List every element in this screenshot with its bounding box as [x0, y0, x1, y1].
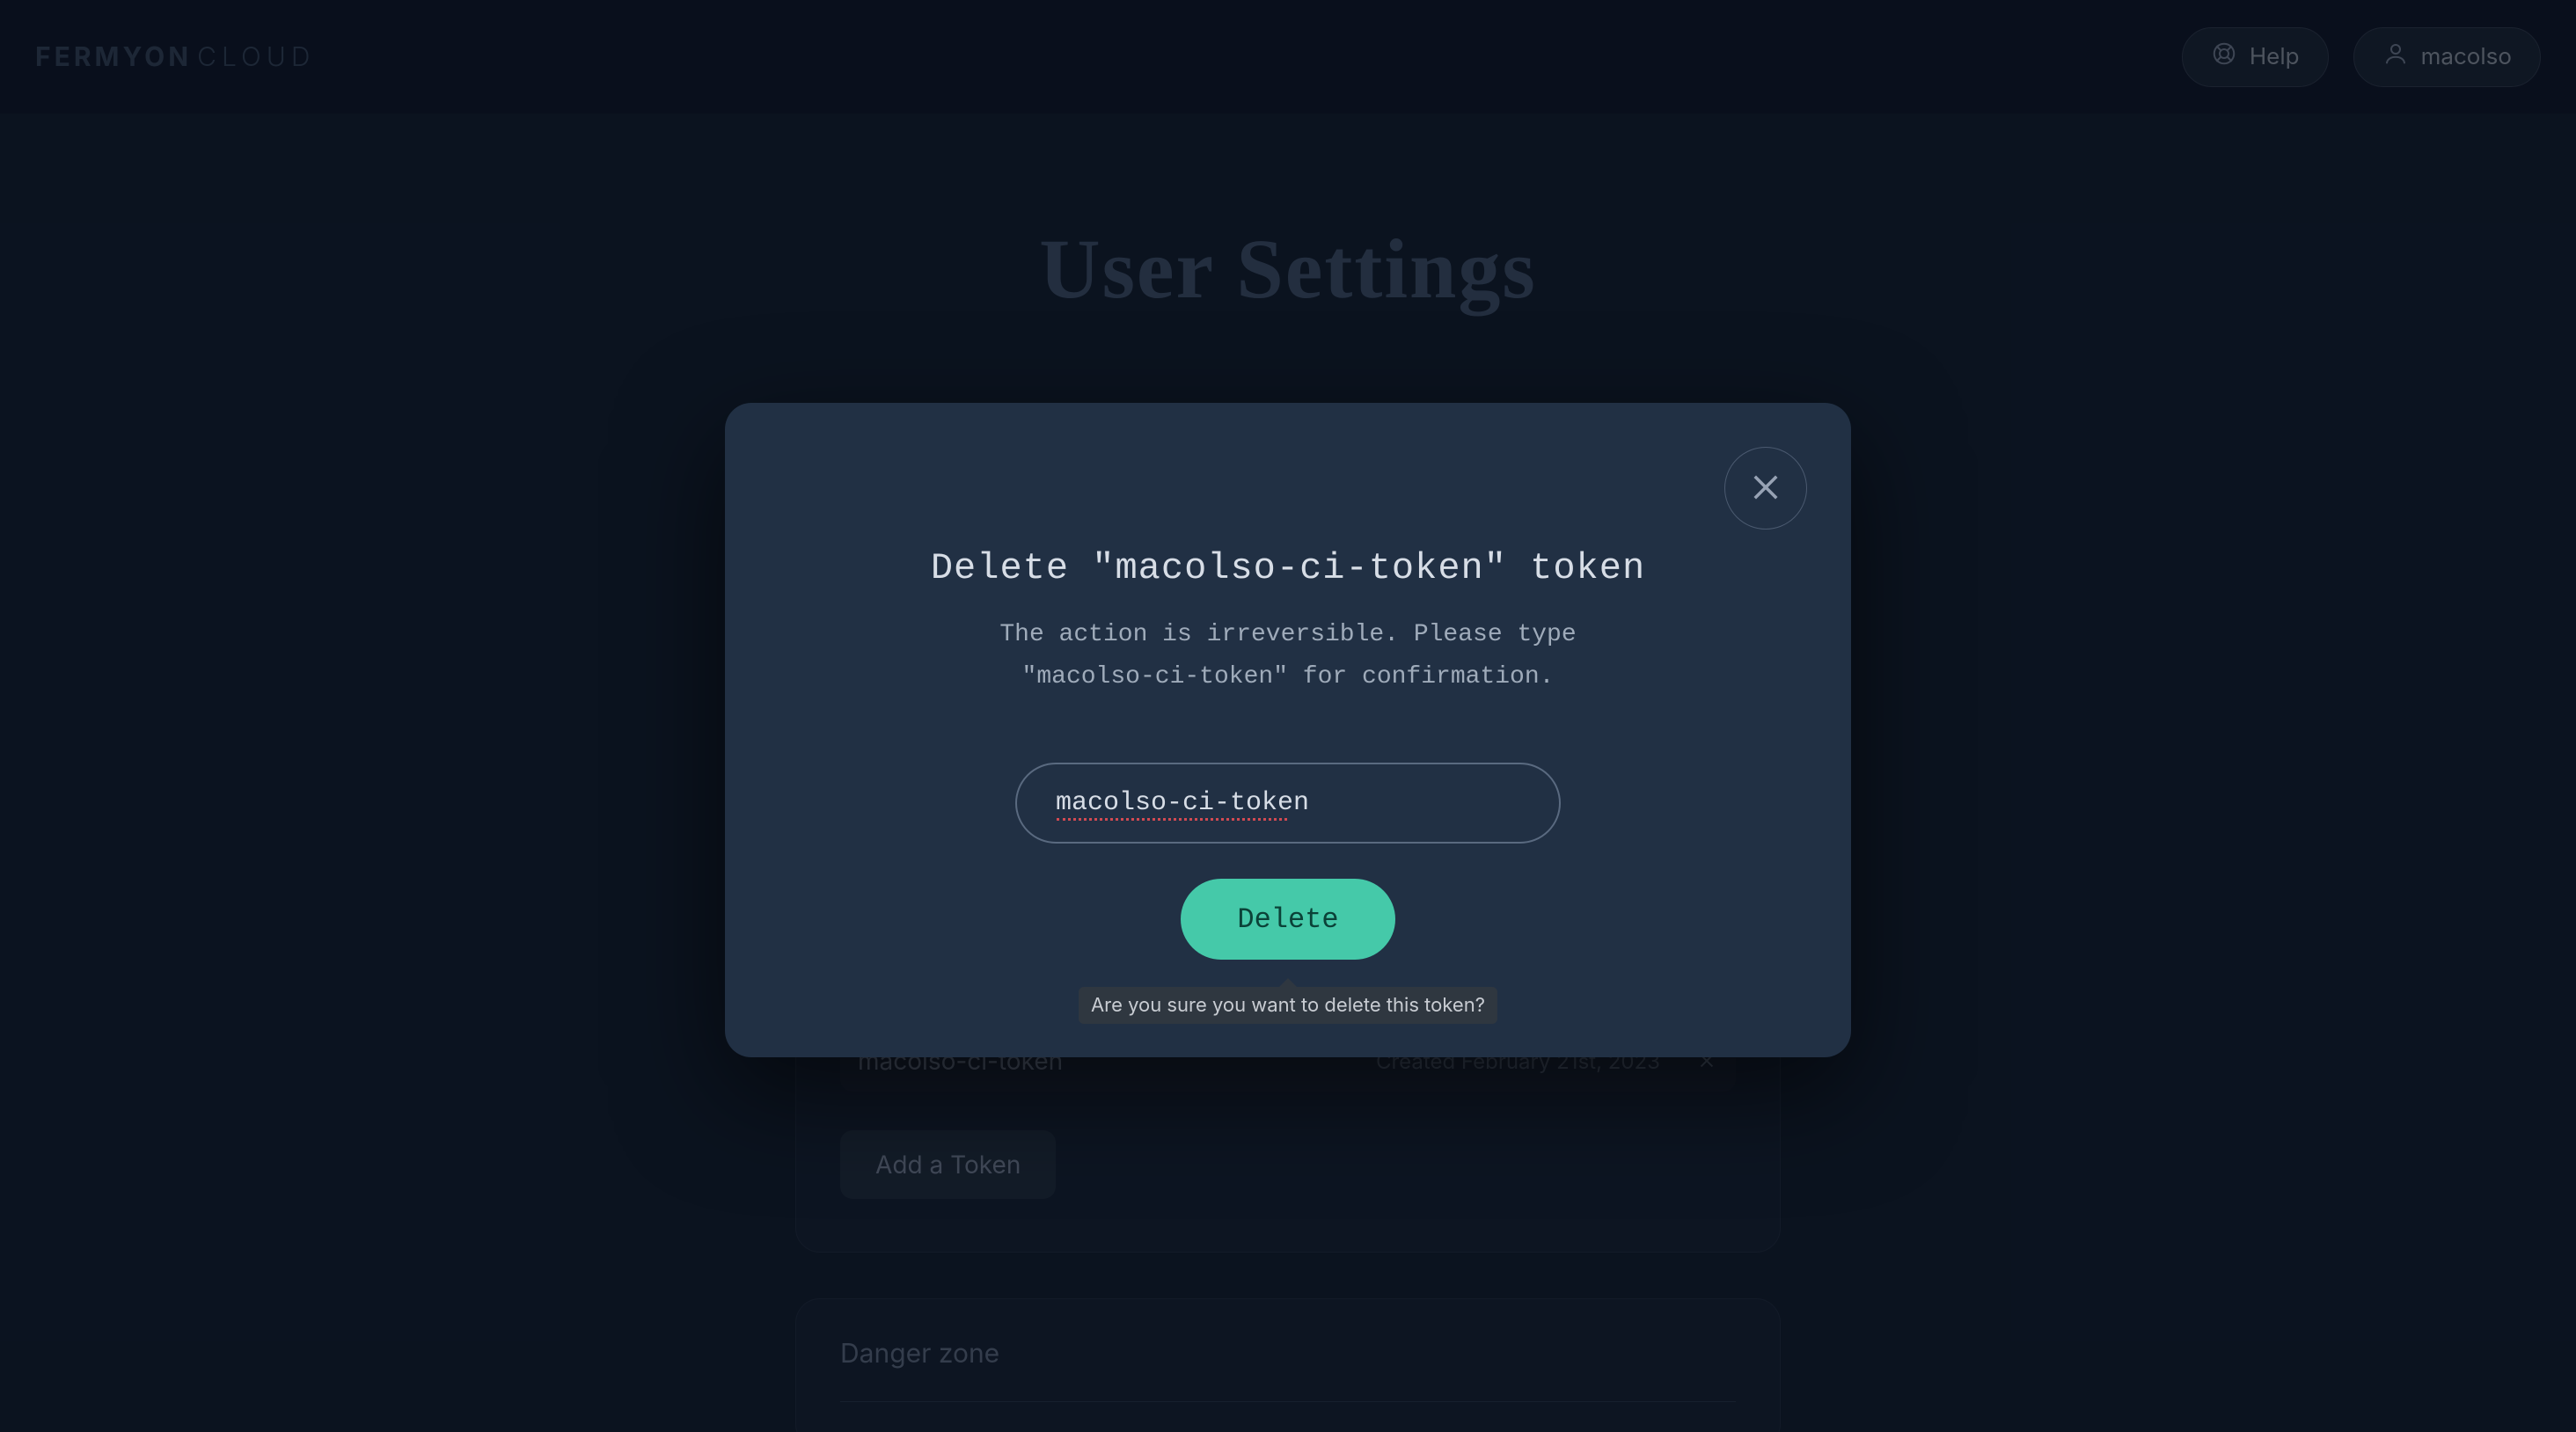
- delete-tooltip-text: Are you sure you want to delete this tok…: [1079, 987, 1497, 1024]
- delete-tooltip: Are you sure you want to delete this tok…: [1079, 978, 1497, 1024]
- confirm-input-wrap: [1015, 698, 1561, 844]
- close-modal-button[interactable]: [1724, 447, 1807, 530]
- confirm-delete-button[interactable]: Delete: [1181, 879, 1394, 960]
- close-icon: [1747, 469, 1784, 508]
- confirm-delete-label: Delete: [1237, 903, 1338, 936]
- confirm-token-name-input[interactable]: [1015, 763, 1561, 844]
- modal-title: Delete "macolso-ci-token" token: [931, 547, 1645, 589]
- modal-subtitle: The action is irreversible. Please type …: [945, 614, 1631, 698]
- delete-token-modal: Delete "macolso-ci-token" token The acti…: [725, 403, 1851, 1057]
